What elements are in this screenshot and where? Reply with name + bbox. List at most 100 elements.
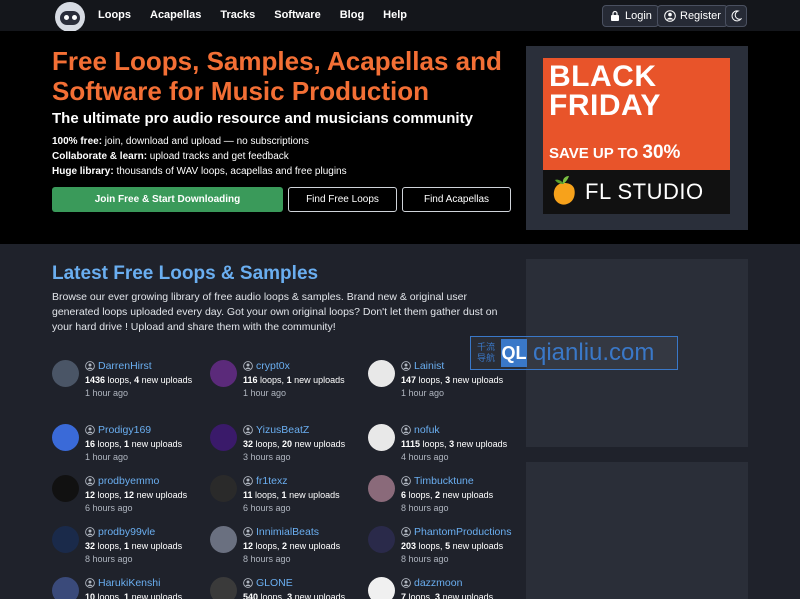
avatar[interactable] xyxy=(52,475,79,502)
hero-title: Free Loops, Samples, Acapellas and Softw… xyxy=(52,46,502,106)
user-icon xyxy=(243,578,253,588)
login-button[interactable]: Login xyxy=(602,5,659,27)
user-name-link[interactable]: PhantomProductions xyxy=(401,526,511,538)
loop-count: 6 xyxy=(401,490,407,500)
upload-time: 4 hours ago xyxy=(401,452,449,462)
user-name-link[interactable]: Prodigy169 xyxy=(85,424,151,436)
user-name-link[interactable]: crypt0x xyxy=(243,360,290,372)
user-name-link[interactable]: GLONE xyxy=(243,577,293,589)
user-name-link[interactable]: prodby99vle xyxy=(85,526,155,538)
site-logo[interactable] xyxy=(55,2,85,32)
avatar[interactable] xyxy=(368,475,395,502)
user-stats: 11 loops, 1 new uploads 6 hours ago xyxy=(243,489,361,515)
avatar[interactable] xyxy=(52,526,79,553)
avatar[interactable] xyxy=(210,526,237,553)
ad-line2: FRIDAY xyxy=(549,89,661,122)
user-icon xyxy=(401,578,411,588)
avatar[interactable] xyxy=(368,424,395,451)
ad-save-percent: 30% xyxy=(642,142,681,163)
user-stats: 32 loops, 1 new uploads 8 hours ago xyxy=(85,540,203,566)
upload-time: 1 hour ago xyxy=(85,452,129,462)
user-name-link[interactable]: InnimialBeats xyxy=(243,526,319,538)
loop-count: 540 xyxy=(243,592,259,599)
avatar[interactable] xyxy=(52,360,79,387)
avatar[interactable] xyxy=(52,577,79,599)
avatar[interactable] xyxy=(368,526,395,553)
user-icon xyxy=(85,527,95,537)
user-name-link[interactable]: fr1texz xyxy=(243,475,288,487)
nav-acapellas[interactable]: Acapellas xyxy=(150,9,201,21)
user-name: GLONE xyxy=(256,577,293,589)
user-stats: 1436 loops, 4 new uploads 1 hour ago xyxy=(85,374,203,400)
register-button[interactable]: Register xyxy=(657,5,728,27)
new-upload-count: 1 xyxy=(286,375,292,385)
new-upload-count: 1 xyxy=(124,439,130,449)
avatar[interactable] xyxy=(210,577,237,599)
user-stats: 147 loops, 3 new uploads 1 hour ago xyxy=(401,374,519,400)
user-icon xyxy=(401,361,411,371)
user-name: HarukiKenshi xyxy=(98,577,161,589)
fl-studio-icon xyxy=(553,176,575,205)
user-name-link[interactable]: Lainist xyxy=(401,360,444,372)
nav-blog[interactable]: Blog xyxy=(340,9,364,21)
avatar[interactable] xyxy=(368,577,395,599)
nav-loops[interactable]: Loops xyxy=(98,9,131,21)
nav-tracks[interactable]: Tracks xyxy=(220,9,255,21)
upload-time: 6 hours ago xyxy=(243,503,291,513)
user-icon xyxy=(401,527,411,537)
user-name: prodby99vle xyxy=(98,526,156,538)
upload-time: 8 hours ago xyxy=(243,554,291,564)
user-name-link[interactable]: Timbucktune xyxy=(401,475,474,487)
feature-library: Huge library: thousands of WAV loops, ac… xyxy=(52,166,347,177)
user-stats: 12 loops, 12 new uploads 6 hours ago xyxy=(85,489,203,515)
nav-help[interactable]: Help xyxy=(383,9,407,21)
new-upload-count: 20 xyxy=(282,439,293,449)
new-upload-count: 3 xyxy=(435,592,441,599)
user-name-link[interactable]: nofuk xyxy=(401,424,440,436)
user-stats: 12 loops, 2 new uploads 8 hours ago xyxy=(243,540,361,566)
black-friday-ad[interactable]: BLACK FRIDAY SAVE UP TO 30% FL STUDIO xyxy=(543,58,730,214)
user-stats: 16 loops, 1 new uploads 1 hour ago xyxy=(85,438,203,464)
upload-time: 8 hours ago xyxy=(401,554,449,564)
feature-collaborate: Collaborate & learn: upload tracks and g… xyxy=(52,151,289,162)
ad-container: BLACK FRIDAY SAVE UP TO 30% FL STUDIO xyxy=(526,46,748,230)
user-name: Timbucktune xyxy=(414,475,474,487)
user-stats: 7 loops, 3 new uploads xyxy=(401,591,519,599)
ad-brand: FL STUDIO xyxy=(585,179,704,204)
ad-headline: BLACK FRIDAY xyxy=(549,62,661,122)
new-upload-count: 3 xyxy=(287,592,293,599)
watermark-cn1: 千流 xyxy=(476,342,495,352)
ad-brand-bar: FL STUDIO xyxy=(543,170,730,214)
new-upload-count: 12 xyxy=(124,490,135,500)
new-upload-count: 3 xyxy=(449,439,455,449)
avatar[interactable] xyxy=(52,424,79,451)
moon-icon xyxy=(731,10,742,22)
avatar[interactable] xyxy=(210,360,237,387)
loop-count: 11 xyxy=(243,490,253,500)
theme-toggle-button[interactable] xyxy=(725,5,747,27)
nav-software[interactable]: Software xyxy=(274,9,320,21)
user-name-link[interactable]: YizusBeatZ xyxy=(243,424,309,436)
find-acapellas-button[interactable]: Find Acapellas xyxy=(402,187,511,212)
user-name: Lainist xyxy=(414,360,445,372)
avatar[interactable] xyxy=(210,424,237,451)
user-name-link[interactable]: prodbyemmo xyxy=(85,475,159,487)
join-free-button[interactable]: Join Free & Start Downloading xyxy=(52,187,283,212)
latest-loops-title[interactable]: Latest Free Loops & Samples xyxy=(52,263,318,285)
avatar[interactable] xyxy=(368,360,395,387)
find-free-loops-button[interactable]: Find Free Loops xyxy=(288,187,397,212)
feature-collaborate-bold: Collaborate & learn: xyxy=(52,151,148,162)
user-name-link[interactable]: HarukiKenshi xyxy=(85,577,160,589)
loop-count: 147 xyxy=(401,375,417,385)
user-name-link[interactable]: DarrenHirst xyxy=(85,360,152,372)
loop-count: 1436 xyxy=(85,375,106,385)
user-icon xyxy=(85,361,95,371)
user-stats: 6 loops, 2 new uploads 8 hours ago xyxy=(401,489,519,515)
user-name-link[interactable]: dazzmoon xyxy=(401,577,462,589)
feature-free-bold: 100% free: xyxy=(52,136,103,147)
top-navbar: Loops Acapellas Tracks Software Blog Hel… xyxy=(0,0,800,32)
user-icon xyxy=(401,476,411,486)
user-name: crypt0x xyxy=(256,360,290,372)
logo-right-eye xyxy=(72,15,77,20)
avatar[interactable] xyxy=(210,475,237,502)
